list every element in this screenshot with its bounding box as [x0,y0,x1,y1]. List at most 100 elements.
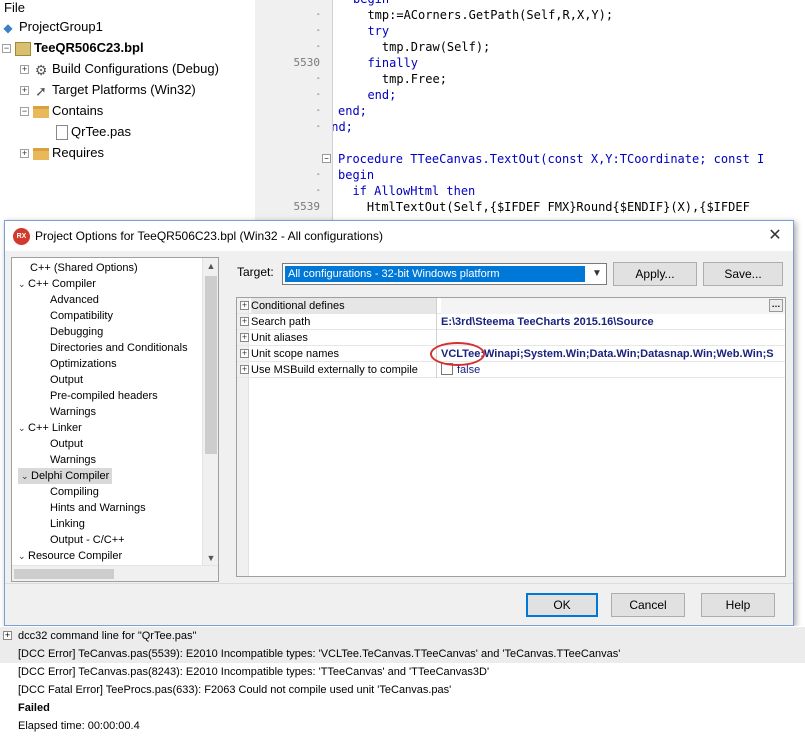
chevron-down-icon[interactable]: ⌄ [21,468,31,484]
property-row[interactable]: + Unit scope names VCLTee;Winapi;System.Wi… [237,346,785,362]
contains-node[interactable]: − Contains [20,101,103,121]
chevron-down-icon[interactable]: ▼ [588,264,606,284]
scroll-thumb[interactable] [205,276,217,454]
code-line: finally [353,56,419,70]
tree-item[interactable]: Directories and Conditionals [50,340,188,356]
checkbox[interactable] [441,363,453,375]
expand-icon[interactable]: + [240,301,249,310]
message-text: [DCC Fatal Error] TeeProcs.pas(633): F20… [18,684,452,696]
scroll-thumb[interactable] [14,569,114,579]
expand-icon[interactable]: + [240,317,249,326]
tree-item-label: Compiling [50,486,99,498]
target-dropdown[interactable]: All configurations - 32-bit Windows plat… [282,263,607,285]
message-line[interactable]: Elapsed time: 00:00:00.4 [18,717,140,735]
expand-icon[interactable]: + [240,365,249,374]
tree-item[interactable]: ⌄ Resource Compiler [18,548,122,564]
property-name: Use MSBuild externally to compile [251,362,437,378]
help-button[interactable]: Help [701,593,775,617]
code-editor[interactable]: begin tmp:=ACorners.GetPath(Self,R,X,Y);… [333,0,805,220]
property-value[interactable] [441,330,785,346]
cancel-button[interactable]: Cancel [611,593,685,617]
gutter-dash: - [316,169,320,180]
code-line: end; [333,120,353,134]
message-line[interactable]: [DCC Error] TeCanvas.pas(5539): E2010 In… [0,645,805,663]
expand-icon[interactable]: + [20,149,29,159]
code-line: try [353,24,390,38]
property-row[interactable]: + Conditional defines… [237,298,785,314]
message-line[interactable]: [DCC Error] TeCanvas.pas(8243): E2010 In… [18,663,489,681]
scroll-up-icon[interactable]: ▲ [203,258,218,274]
message-text: dcc32 command line for "QrTee.pas" [18,630,197,642]
folder-icon [33,105,49,118]
code-line: HtmlTextOut(Self,{$IFDEF FMX}Round{$ENDI… [338,200,750,214]
property-value[interactable]: E:\3rd\Steema TeeCharts 2015.16\Source [441,314,785,330]
tree-item[interactable]: Output - C/C++ [50,532,125,548]
build-configurations-node[interactable]: + ⚙ Build Configurations (Debug) [20,59,219,79]
scroll-down-icon[interactable]: ▼ [203,550,218,566]
package-node[interactable]: − TeeQR506C23.bpl [2,38,144,58]
dialog-title: Project Options for TeeQR506C23.bpl (Win… [35,229,383,243]
apply-button[interactable]: Apply... [613,262,697,286]
dialog-title-bar[interactable]: RX Project Options for TeeQR506C23.bpl (… [5,221,793,251]
property-row[interactable]: + Search path E:\3rd\Steema TeeCharts 2015… [237,314,785,330]
target-selected-value: All configurations - 32-bit Windows plat… [285,266,585,282]
ellipsis-button[interactable]: … [769,299,783,312]
property-row[interactable]: + Unit aliases [237,330,785,346]
expand-icon[interactable]: + [240,333,249,342]
tree-item[interactable]: Debugging [50,324,103,340]
tree-item[interactable]: Warnings [50,452,96,468]
property-value[interactable]: false [441,362,785,378]
tree-item-label: Output - C/C++ [50,534,125,546]
tree-item[interactable]: Warnings [50,404,96,420]
property-value[interactable]: VCLTee;Winapi;System.Win;Data.Win;Datasn… [441,346,785,362]
tree-item[interactable]: Output [50,436,83,452]
line-number: 5539 [293,200,321,213]
tree-item[interactable]: Compatibility [50,308,113,324]
expand-icon[interactable]: + [3,631,12,640]
property-row[interactable]: + Use MSBuild externally to compile false [237,362,785,378]
tree-item[interactable]: Pre-compiled headers [50,388,158,404]
tree-item[interactable]: Optimizations [50,356,117,372]
tree-horizontal-scrollbar[interactable] [12,565,218,581]
options-tree[interactable]: C++ (Shared Options) ⌄ C++ Compiler Advance… [11,257,219,582]
project-group-icon: ◆ [3,20,13,35]
tree-item[interactable]: Advanced [50,292,99,308]
fold-toggle-icon[interactable]: − [322,154,331,163]
tree-item[interactable]: ⌄ C++ Compiler [18,276,96,292]
qrtee-file-node[interactable]: QrTee.pas [56,122,131,142]
target-platforms-node[interactable]: + ➚ Target Platforms (Win32) [20,80,196,100]
expand-icon[interactable]: + [20,86,29,96]
chevron-down-icon[interactable]: ⌄ [18,276,28,292]
tree-item[interactable]: ⌄ C++ Linker [18,420,82,436]
property-value[interactable] [441,298,785,314]
project-group-node[interactable]: ◆ ProjectGroup1 [0,17,102,37]
collapse-icon[interactable]: − [20,107,29,117]
property-name: Search path [251,314,437,330]
gutter-dash: - [316,73,320,84]
file-menu[interactable]: File [4,0,25,18]
tree-item[interactable]: Compiling [50,484,99,500]
tree-item[interactable]: ⌄ Delphi Compiler [18,468,113,484]
expand-icon[interactable]: + [20,65,29,75]
ok-button[interactable]: OK [526,593,598,617]
tree-vertical-scrollbar[interactable]: ▲ ▼ [202,258,218,566]
tree-item-label: Advanced [50,294,99,306]
close-icon[interactable]: ✕ [757,221,793,251]
tree-item[interactable]: Output [50,372,83,388]
expand-icon[interactable]: + [240,349,249,358]
tree-item[interactable]: Linking [50,516,85,532]
node-label: Requires [52,145,105,160]
save-button[interactable]: Save... [703,262,783,286]
tree-item[interactable]: Hints and Warnings [50,500,146,516]
tree-item-label: Compatibility [50,310,113,322]
chevron-down-icon[interactable]: ⌄ [18,420,28,436]
property-grid[interactable]: + Conditional defines… + Search path E:\3rd\… [236,297,786,577]
message-line[interactable]: Failed [18,699,50,717]
collapse-icon[interactable]: − [2,44,11,54]
message-line[interactable]: [DCC Fatal Error] TeeProcs.pas(633): F20… [18,681,451,699]
target-label: Target: [237,265,274,279]
message-line[interactable]: + dcc32 command line for "QrTee.pas" [0,627,805,645]
chevron-down-icon[interactable]: ⌄ [18,548,28,564]
tree-item[interactable]: C++ (Shared Options) [30,260,138,276]
requires-node[interactable]: + Requires [20,143,104,163]
